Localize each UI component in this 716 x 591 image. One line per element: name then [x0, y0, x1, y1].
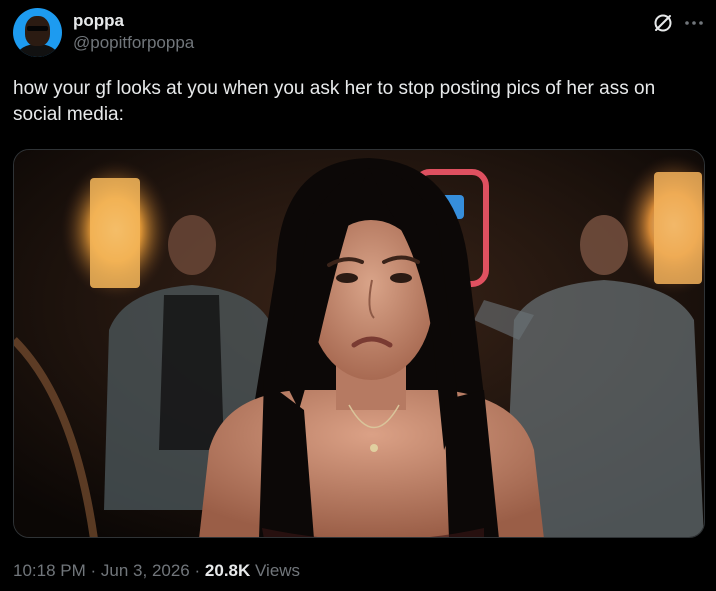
tweet-date[interactable]: Jun 3, 2026 [101, 561, 190, 580]
avatar-glasses [27, 26, 48, 31]
tweet-meta: 10:18 PM · Jun 3, 2026 · 20.8K Views [13, 559, 300, 583]
author-names: poppa @popitforpoppa [73, 11, 194, 54]
author-display-name[interactable]: poppa [73, 11, 194, 31]
tweet-header: poppa @popitforpoppa [13, 8, 703, 60]
views-count[interactable]: 20.8K [205, 561, 250, 580]
tweet: poppa @popitforpoppa how your gf looks a… [0, 0, 716, 591]
tweet-text: how your gf looks at you when you ask he… [13, 78, 656, 125]
tweet-media[interactable] [13, 149, 705, 538]
more-icon[interactable] [683, 12, 705, 34]
meta-separator: · [194, 561, 201, 580]
views-label[interactable]: Views [255, 561, 300, 580]
meta-separator: · [90, 561, 97, 580]
avatar-head [25, 16, 50, 46]
author-handle[interactable]: @popitforpoppa [73, 32, 194, 54]
avatar[interactable] [13, 8, 62, 57]
tweet-time[interactable]: 10:18 PM [13, 561, 86, 580]
media-image [14, 150, 704, 537]
grok-icon[interactable] [652, 12, 674, 34]
